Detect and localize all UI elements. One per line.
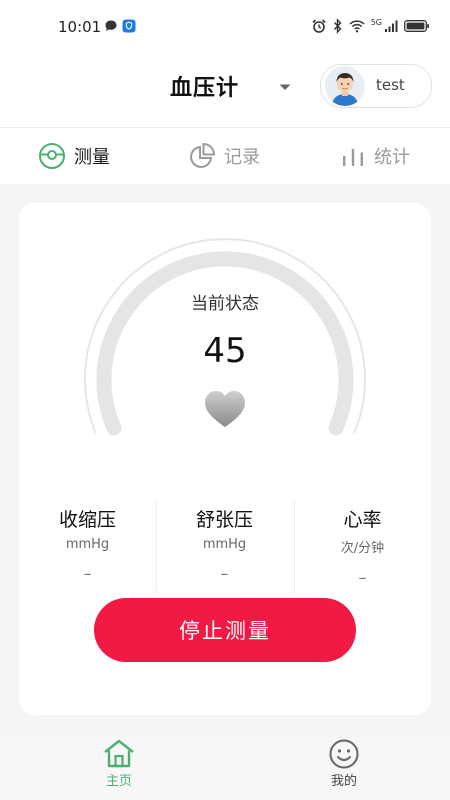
metric-unit: mmHg: [202, 537, 247, 552]
stop-measurement-button[interactable]: 停止测量: [94, 598, 356, 662]
wifi-icon: [349, 20, 365, 33]
bottom-navigation: 主页 我的: [0, 738, 450, 800]
home-icon: [104, 739, 134, 768]
tab-measure-label: 测量: [74, 147, 110, 168]
dropdown-caret-icon[interactable]: [278, 82, 292, 92]
battery-icon: [404, 20, 429, 32]
chat-bubble-icon: [105, 20, 117, 31]
nav-profile[interactable]: 我的: [304, 738, 384, 789]
alarm-icon: [312, 19, 326, 33]
metric-value: –: [358, 568, 367, 587]
tab-statistics-label: 统计: [374, 147, 410, 168]
nav-home-label: 主页: [105, 774, 132, 789]
gauge-icon: [39, 143, 65, 169]
user-name: test: [376, 76, 405, 94]
bluetooth-icon: [333, 18, 342, 34]
status-system-icons: 5G: [311, 18, 430, 34]
network-type-label: 5G: [370, 17, 382, 27]
metric-diastolic: 舒张压 mmHg –: [156, 501, 293, 583]
metric-heart-rate: 心率 次/分钟 –: [294, 501, 431, 587]
gauge-value: 45: [203, 331, 247, 371]
metric-name: 收缩压: [58, 509, 116, 531]
metric-name: 心率: [343, 509, 382, 531]
measurement-card: 当前状态 45 收缩压 mmHg – 舒张压 mmHg – 心率 次/分钟 – …: [19, 203, 431, 715]
bar-chart-icon: [343, 149, 363, 166]
smiley-icon: [329, 739, 359, 769]
tab-statistics[interactable]: 统计: [340, 128, 410, 184]
tab-bar: 测量 记录 统计: [0, 128, 450, 184]
tab-measure[interactable]: 测量: [38, 128, 110, 184]
metric-systolic: 收缩压 mmHg –: [19, 501, 156, 583]
avatar: [325, 66, 365, 106]
metric-value: –: [83, 564, 92, 583]
metric-name: 舒张压: [195, 509, 253, 531]
shield-app-icon: [122, 19, 136, 33]
metric-unit: mmHg: [65, 537, 110, 552]
signal-icon: [385, 20, 398, 32]
tab-records[interactable]: 记录: [188, 128, 260, 184]
user-profile-chip[interactable]: test: [320, 64, 432, 108]
tab-records-label: 记录: [224, 147, 260, 168]
metric-unit: 次/分钟: [340, 541, 385, 556]
pie-chart-icon: [190, 142, 216, 168]
metric-value: –: [220, 564, 229, 583]
heart-icon: [205, 391, 245, 427]
status-bar: 10:01 5G: [0, 0, 450, 56]
status-notification-icons: [104, 19, 136, 33]
nav-profile-label: 我的: [330, 774, 357, 789]
user-avatar-icon: [325, 66, 365, 106]
nav-home[interactable]: 主页: [79, 738, 159, 789]
app-header: 血压计 test: [0, 56, 450, 128]
metrics-row: 收缩压 mmHg – 舒张压 mmHg – 心率 次/分钟 –: [19, 501, 431, 593]
status-time: 10:01: [58, 18, 102, 36]
gauge-status-label: 当前状态: [191, 294, 259, 314]
device-title[interactable]: 血压计: [170, 70, 239, 102]
